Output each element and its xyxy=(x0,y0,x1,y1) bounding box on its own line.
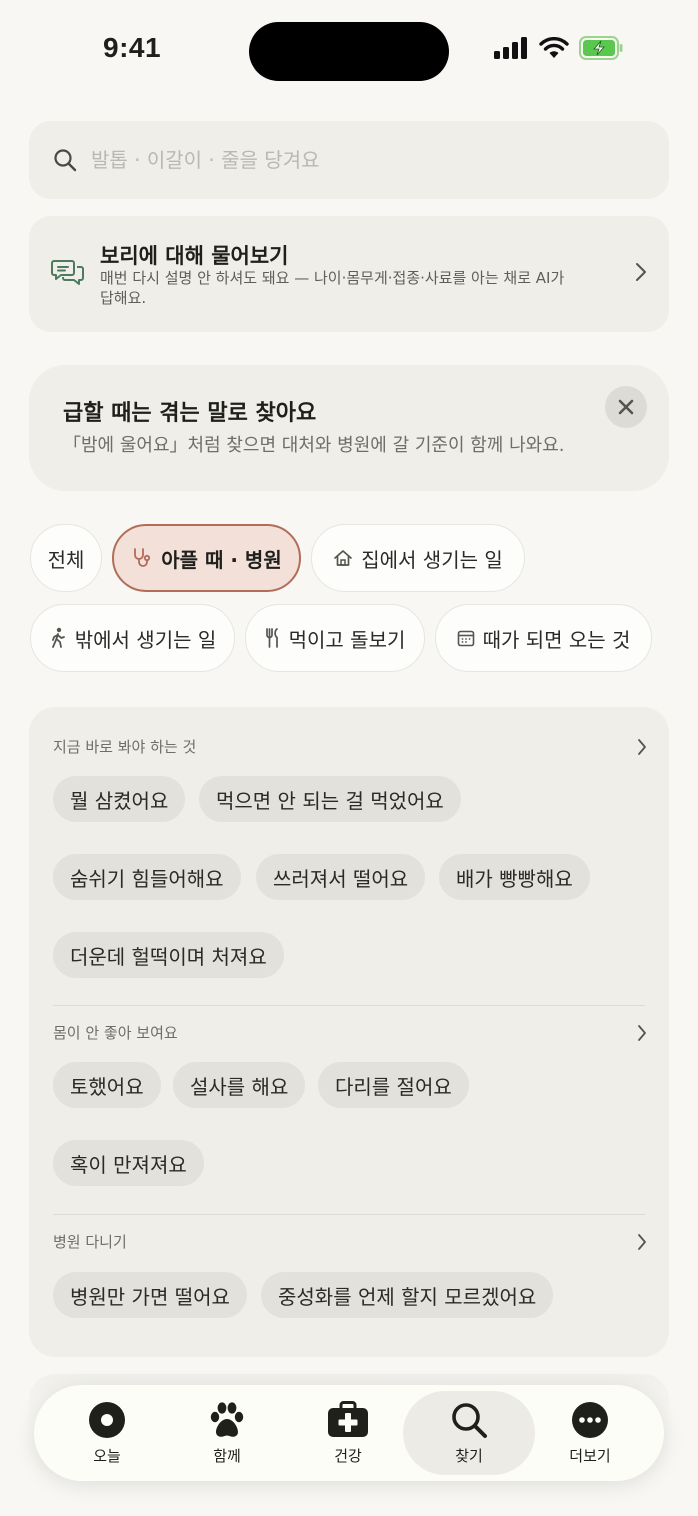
tag-lump[interactable]: 혹이 만져져요 xyxy=(53,1140,204,1186)
medkit-icon xyxy=(328,1400,368,1437)
tag-vomited[interactable]: 토했어요 xyxy=(53,1062,161,1108)
tip-card-description: 「밤에 울어요」처럼 찾으면 대처와 병원에 갈 기준이 함께 나와요. xyxy=(63,435,565,456)
nav-more[interactable]: 더보기 xyxy=(524,1391,656,1475)
nav-health[interactable]: 건강 xyxy=(282,1391,414,1475)
more-icon xyxy=(572,1401,608,1438)
tag-swallowed[interactable]: 뭘 삼켰어요 xyxy=(53,776,186,822)
filter-chip-label: 밖에서 생기는 일 xyxy=(74,627,217,652)
filter-chip-label: 아플 때 · 병원 xyxy=(161,547,282,572)
nav-label: 더보기 xyxy=(569,1446,611,1465)
tag-diarrhea[interactable]: 설사를 해요 xyxy=(173,1062,306,1108)
search-bar[interactable] xyxy=(29,121,669,199)
paw-icon xyxy=(210,1401,244,1437)
fork-knife-icon xyxy=(265,628,278,648)
stethoscope-icon xyxy=(134,548,151,567)
home-icon xyxy=(334,550,353,566)
tip-card: 급할 때는 겪는 말로 찾아요 「밤에 울어요」처럼 찾으면 대처와 병원에 갈… xyxy=(29,365,669,491)
chevron-right-icon[interactable] xyxy=(637,1024,647,1042)
close-icon xyxy=(618,399,634,415)
filter-chip-all[interactable]: 전체 xyxy=(30,524,102,592)
chevron-right-icon[interactable] xyxy=(637,738,647,756)
search-icon xyxy=(54,149,77,172)
filter-chip-sick-hospital[interactable]: 아플 때 · 병원 xyxy=(112,524,301,592)
nav-today[interactable]: 오늘 xyxy=(41,1391,173,1475)
tag-breathing[interactable]: 숨쉬기 힘들어해요 xyxy=(53,854,241,900)
nav-label: 함께 xyxy=(213,1446,241,1465)
tag-heatstroke[interactable]: 더운데 헐떡이며 처져요 xyxy=(53,932,284,978)
filter-chip-home[interactable]: 집에서 생기는 일 xyxy=(311,524,525,592)
divider xyxy=(53,1005,645,1006)
search-input[interactable] xyxy=(91,148,631,172)
section-title-unwell[interactable]: 몸이 안 좋아 보여요 xyxy=(53,1022,178,1043)
nav-label: 찾기 xyxy=(455,1446,483,1465)
filter-chip-label: 먹이고 돌보기 xyxy=(288,627,406,652)
tag-collapsed[interactable]: 쓰러져서 떨어요 xyxy=(256,854,426,900)
battery-icon xyxy=(579,36,623,60)
calendar-icon xyxy=(457,630,474,647)
divider xyxy=(53,1214,645,1215)
ask-card-description: 매번 다시 설명 안 하셔도 돼요 — 나이·몸무게·접종·사료를 아는 채로 … xyxy=(100,269,565,307)
dynamic-island xyxy=(249,22,449,81)
status-time: 9:41 xyxy=(103,32,162,63)
search-icon xyxy=(452,1402,487,1438)
nav-label: 건강 xyxy=(334,1446,362,1465)
filter-chip-outside[interactable]: 밖에서 생기는 일 xyxy=(30,604,235,672)
categories-panel: 지금 바로 봐야 하는 것 뭘 삼켰어요 먹으면 안 되는 걸 먹었어요 숨쉬기… xyxy=(29,707,669,1357)
tip-card-title: 급할 때는 겪는 말로 찾아요 xyxy=(63,401,317,426)
today-icon xyxy=(89,1401,125,1438)
walking-icon xyxy=(51,627,65,648)
tag-bloated[interactable]: 배가 빵빵해요 xyxy=(439,854,590,900)
filter-chip-feeding[interactable]: 먹이고 돌보기 xyxy=(245,604,425,672)
wifi-icon xyxy=(539,37,569,58)
status-icons xyxy=(493,36,623,60)
nav-search[interactable]: 찾기 xyxy=(403,1391,535,1475)
ask-card-title: 보리에 대해 물어보기 xyxy=(100,244,289,268)
bottom-nav: 오늘 함께 건강 찾기 더보기 xyxy=(34,1385,664,1481)
chat-icon xyxy=(51,260,84,285)
signal-icon xyxy=(494,37,527,59)
tag-ate-forbidden[interactable]: 먹으면 안 되는 걸 먹었어요 xyxy=(199,776,461,822)
section-title-hospital[interactable]: 병원 다니기 xyxy=(53,1231,127,1252)
close-tip-button[interactable] xyxy=(605,386,647,428)
nav-together[interactable]: 함께 xyxy=(161,1391,293,1475)
ask-ai-card[interactable]: 보리에 대해 물어보기 매번 다시 설명 안 하셔도 돼요 — 나이·몸무게·접… xyxy=(29,216,669,332)
filter-chip-label: 집에서 생기는 일 xyxy=(361,547,503,572)
filter-chip-label: 때가 되면 오는 것 xyxy=(482,627,631,652)
tag-limping[interactable]: 다리를 절어요 xyxy=(318,1062,469,1108)
status-bar: 9:41 xyxy=(0,0,698,100)
filter-chip-seasonal[interactable]: 때가 되면 오는 것 xyxy=(435,604,652,672)
filter-chip-label: 전체 xyxy=(47,547,85,572)
chevron-right-icon xyxy=(636,263,646,281)
chevron-right-icon[interactable] xyxy=(637,1233,647,1251)
tag-neutering[interactable]: 중성화를 언제 할지 모르겠어요 xyxy=(261,1272,554,1318)
section-title-urgent[interactable]: 지금 바로 봐야 하는 것 xyxy=(53,736,196,757)
nav-label: 오늘 xyxy=(93,1446,121,1465)
tag-hospital-anxiety[interactable]: 병원만 가면 떨어요 xyxy=(53,1272,247,1318)
